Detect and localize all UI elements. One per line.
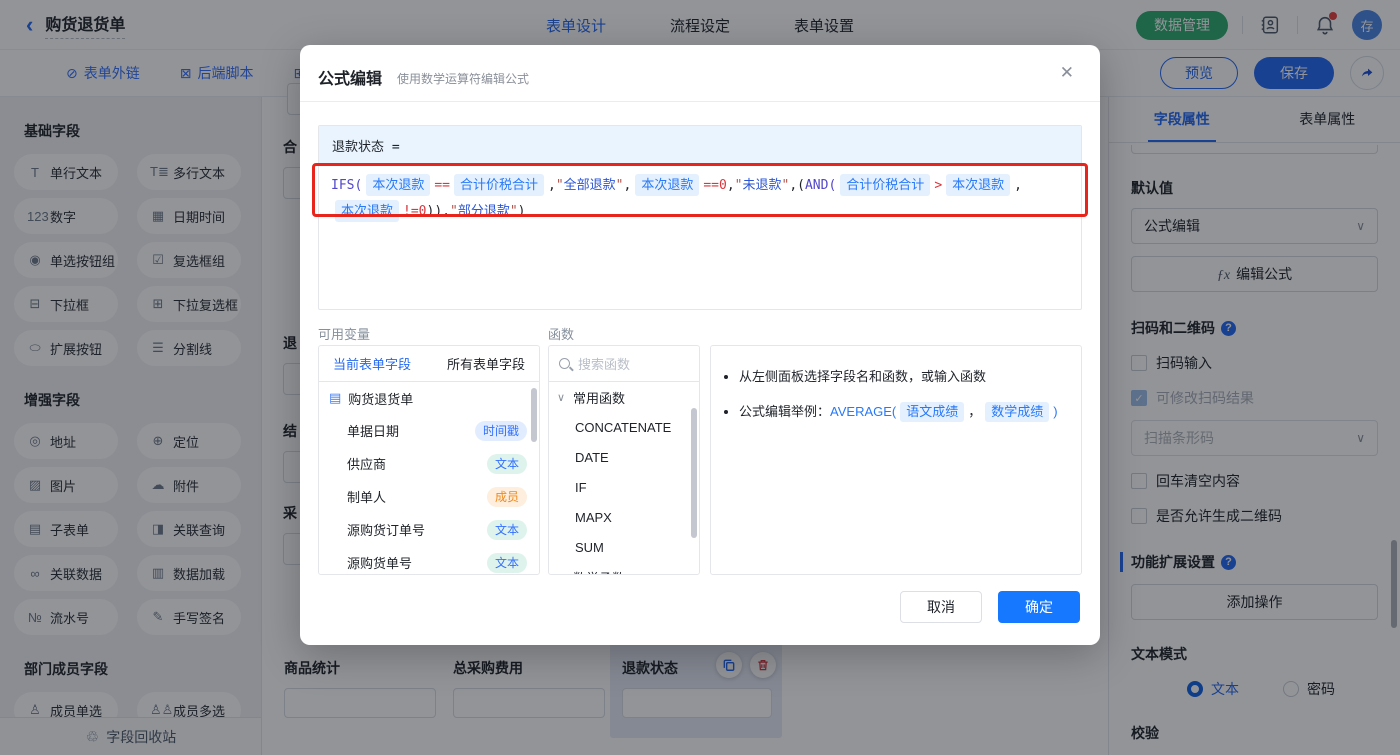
- divider: [300, 101, 1100, 102]
- functions-label: 函数: [548, 327, 575, 342]
- field-chip[interactable]: 合计价税合计: [840, 174, 931, 196]
- chevron-right-icon: ›: [557, 571, 567, 574]
- tip-close-paren: ): [1053, 404, 1058, 419]
- formula-token: ,: [1014, 178, 1022, 193]
- function-group-label: 数学函数: [573, 568, 625, 575]
- variable-item[interactable]: 供应商 文本: [319, 447, 539, 480]
- variable-type-badge: 文本: [486, 519, 527, 540]
- tip-prefix: 公式编辑举例：: [739, 404, 831, 419]
- variable-type-badge: 成员: [486, 486, 527, 507]
- tip-line-1: 从左侧面板选择字段名和函数，或输入函数: [739, 366, 1081, 385]
- formula-token: ,(: [789, 178, 805, 193]
- root-label: 购货退货单: [348, 391, 414, 407]
- variable-name: 源购货订单号: [347, 523, 426, 538]
- variable-type-badge: 文本: [486, 552, 527, 573]
- variable-item[interactable]: 单据日期 时间戳: [319, 414, 539, 447]
- variable-type-badge: 文本: [486, 453, 527, 474]
- variables-tabs: 当前表单字段 所有表单字段: [319, 346, 539, 382]
- formula-token: ": [509, 204, 518, 219]
- function-search[interactable]: 搜索函数: [549, 346, 699, 382]
- variable-item[interactable]: 源购货订单号 文本: [319, 513, 539, 546]
- formula-token: )),: [426, 204, 450, 219]
- formula-token: ,: [623, 178, 632, 193]
- field-chip[interactable]: 本次退款: [335, 200, 400, 222]
- variable-name: 源购货单号: [347, 556, 413, 571]
- formula-token: 未退款: [742, 178, 782, 193]
- function-item[interactable]: DATE: [549, 442, 699, 472]
- field-chip[interactable]: 本次退款: [946, 174, 1011, 196]
- scrollbar-thumb[interactable]: [691, 408, 697, 538]
- tip-field-chip: 数学成绩: [985, 402, 1050, 422]
- formula-token: AND(: [804, 178, 837, 193]
- formula-expression-input[interactable]: IFS(本次退款 == 合计价税合计 ,"全部退款", 本次退款 ==0,"未退款",(A…: [319, 164, 1081, 234]
- variable-item[interactable]: 源购货单号 文本: [319, 546, 539, 574]
- function-item[interactable]: IF: [549, 472, 699, 502]
- formula-token: 部分退款: [457, 204, 510, 219]
- tips-panel: 从左侧面板选择字段名和函数，或输入函数 公式编辑举例：AVERAGE(语文成绩，…: [710, 345, 1082, 575]
- function-group-label: 常用函数: [573, 390, 626, 406]
- function-item[interactable]: SUM: [549, 532, 699, 562]
- formula-token: 全部退款: [563, 178, 616, 193]
- formula-token: !=0: [403, 204, 427, 219]
- formula-target: 退款状态 =: [319, 126, 1081, 164]
- formula-token: ": [555, 178, 564, 193]
- formula-editor: 退款状态 = IFS(本次退款 == 合计价税合计 ,"全部退款", 本次退款 ==0,"…: [318, 125, 1082, 310]
- formula-edit-dialog: 公式编辑 使用数学运算符编辑公式 ✕ 退款状态 = IFS(本次退款 == 合计价税…: [300, 45, 1100, 645]
- tip-function-name: AVERAGE(: [830, 404, 897, 419]
- tip-field-chip: 语文成绩: [900, 402, 965, 422]
- formula-token: ": [449, 204, 458, 219]
- function-group[interactable]: › 数学函数: [549, 562, 699, 575]
- formula-token: >: [934, 178, 943, 193]
- formula-token: ==0: [703, 178, 727, 193]
- functions-list: ∨常用函数CONCATENATEDATEIFMAPXSUM›数学函数›文本函数: [549, 382, 699, 575]
- dialog-subtitle: 使用数学运算符编辑公式: [397, 72, 530, 86]
- variable-name: 供应商: [347, 457, 387, 472]
- function-group[interactable]: ∨ 常用函数: [549, 382, 699, 412]
- search-icon: [559, 358, 570, 369]
- close-icon[interactable]: ✕: [1060, 63, 1074, 83]
- cancel-button[interactable]: 取消: [900, 591, 982, 623]
- formula-token: ,: [726, 178, 735, 193]
- field-chip[interactable]: 合计价税合计: [453, 174, 544, 196]
- variable-type-badge: 时间戳: [474, 420, 527, 441]
- formula-token: ": [615, 178, 624, 193]
- scrollbar-thumb[interactable]: [531, 388, 537, 442]
- tip-line-2: 公式编辑举例：AVERAGE(语文成绩，数学成绩): [739, 401, 1081, 422]
- tip-comma: ，: [968, 404, 982, 419]
- form-doc-icon: ▤: [329, 390, 342, 405]
- field-chip[interactable]: 本次退款: [635, 174, 700, 196]
- formula-token: IFS(: [331, 178, 363, 193]
- function-item[interactable]: MAPX: [549, 502, 699, 532]
- confirm-button[interactable]: 确定: [998, 591, 1080, 623]
- tab-all-form-fields[interactable]: 所有表单字段: [447, 354, 525, 373]
- formula-token: ): [517, 204, 526, 219]
- formula-token: ==: [434, 178, 450, 193]
- field-chip[interactable]: 本次退款: [366, 174, 431, 196]
- chevron-down-icon: ∨: [557, 391, 566, 404]
- app-window: ‹ 购货退货单 表单设计 流程设定 表单设置 数据管理 存 ⊘ 表单外链 ⊠ 后…: [0, 0, 1400, 755]
- variables-label: 可用变量: [318, 327, 371, 342]
- variable-item[interactable]: 制单人 成员: [319, 480, 539, 513]
- functions-panel: 搜索函数 ∨ 常用函数 CONCATENATEDATEIFMAPXSUM › 数学函数›…: [548, 345, 700, 575]
- variables-list: 单据日期时间戳供应商文本制单人成员源购货订单号文本源购货单号文本退货明细.商品条…: [319, 414, 539, 574]
- formula-token: ,: [548, 178, 556, 193]
- search-placeholder: 搜索函数: [578, 357, 631, 372]
- dialog-title: 公式编辑: [318, 71, 383, 88]
- variables-panel: 当前表单字段 所有表单字段 ▤ 购货退货单 单据日期 时间戳 供应商 文本 制单人 成员源…: [318, 345, 540, 575]
- variable-name: 单据日期: [347, 424, 400, 439]
- variable-name: 制单人: [347, 490, 387, 505]
- tab-current-form-fields[interactable]: 当前表单字段: [333, 354, 411, 373]
- variables-root-node[interactable]: ▤ 购货退货单: [319, 382, 539, 414]
- function-item[interactable]: CONCATENATE: [549, 412, 699, 442]
